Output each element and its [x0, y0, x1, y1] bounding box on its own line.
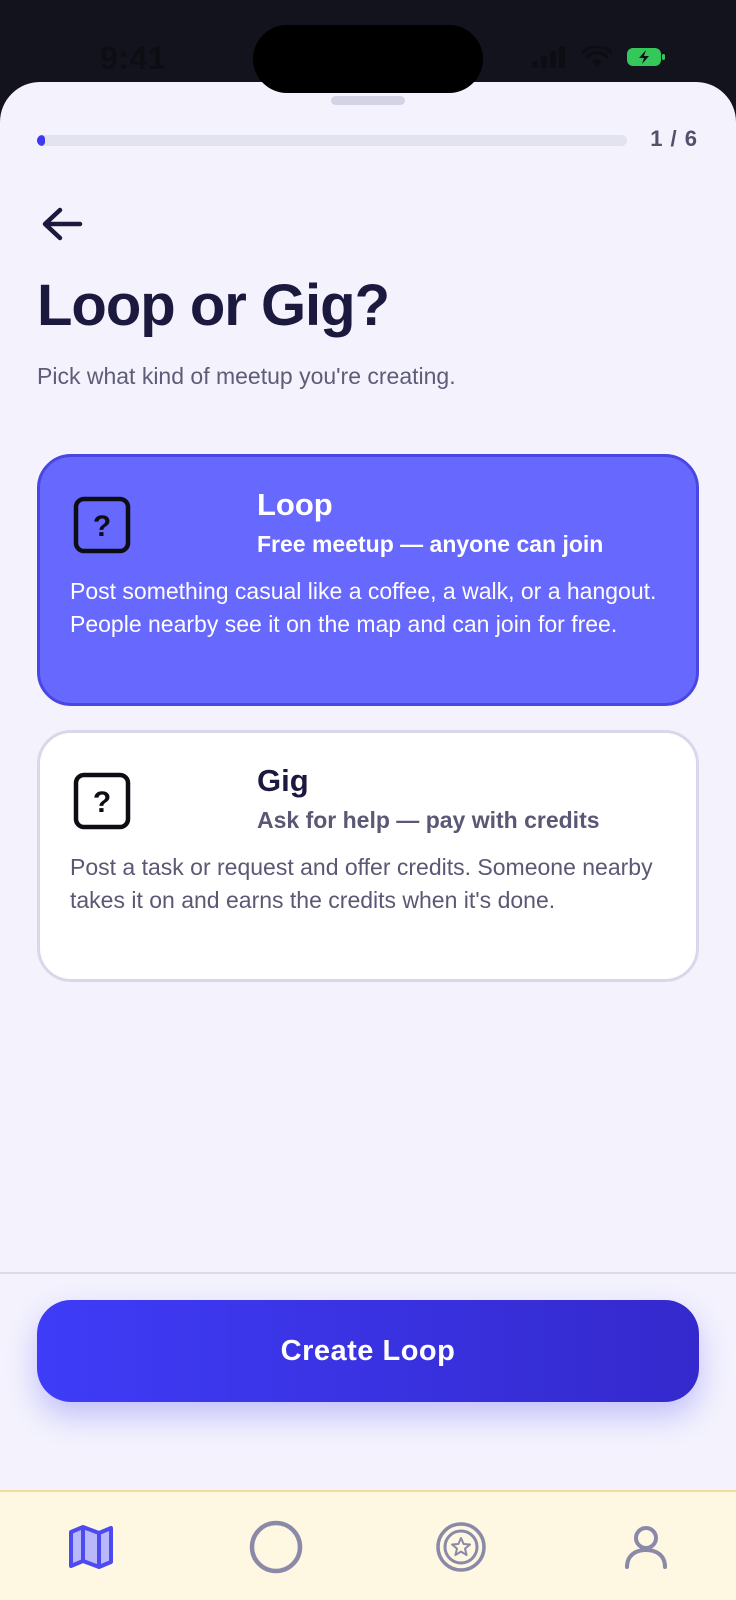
back-button[interactable] — [36, 198, 88, 250]
battery-icon — [627, 48, 665, 66]
arrow-left-icon — [42, 207, 83, 241]
option-title: Loop — [257, 487, 333, 522]
signal-icon — [532, 46, 565, 68]
status-time: 9:41 — [100, 40, 167, 76]
sheet-grabber[interactable] — [331, 96, 405, 105]
tab-loops[interactable] — [241, 1512, 311, 1582]
question-box-icon: ? — [73, 496, 131, 554]
circle-icon — [249, 1520, 303, 1574]
option-title: Gig — [257, 763, 309, 798]
svg-text:?: ? — [93, 786, 111, 819]
tab-profile[interactable] — [611, 1512, 681, 1582]
option-description: Post something casual like a coffee, a w… — [70, 578, 657, 637]
option-subtitle: Ask for help — pay with credits — [257, 807, 600, 833]
status-icons — [532, 46, 666, 68]
option-card-loop[interactable]: ? Loop Free meetup — anyone can join Pos… — [37, 454, 699, 706]
badge-star-icon — [436, 1522, 486, 1572]
page-title: Loop or Gig? — [37, 273, 390, 338]
create-button-label: Create Loop — [280, 1334, 456, 1367]
progress-label: 1 / 6 — [650, 126, 698, 151]
dynamic-island — [253, 25, 483, 93]
wifi-icon — [582, 46, 612, 67]
tab-map[interactable] — [56, 1512, 126, 1582]
map-icon — [69, 1525, 113, 1569]
person-icon — [625, 1526, 667, 1569]
bottom-sheet: 1 / 6 Loop or Gig? Pick what kind of mee… — [0, 82, 736, 1600]
progress-bar — [37, 135, 627, 146]
tab-rewards[interactable] — [426, 1512, 496, 1582]
option-description: Post a task or request and offer credits… — [70, 854, 653, 913]
svg-text:?: ? — [93, 510, 111, 543]
progress-fill — [37, 135, 46, 146]
option-subtitle: Free meetup — anyone can join — [257, 531, 604, 557]
create-loop-button[interactable]: Create Loop — [37, 1300, 699, 1402]
question-box-icon: ? — [73, 772, 131, 830]
option-card-gig[interactable]: ? Gig Ask for help — pay with credits Po… — [37, 730, 699, 982]
phone-screen: 9:41 1 / 6 Loop or Gig? Pick what kind o… — [0, 0, 736, 1600]
footer-divider — [0, 1272, 736, 1274]
tab-bar — [0, 1490, 736, 1600]
page-subtitle: Pick what kind of meetup you're creating… — [37, 363, 456, 389]
